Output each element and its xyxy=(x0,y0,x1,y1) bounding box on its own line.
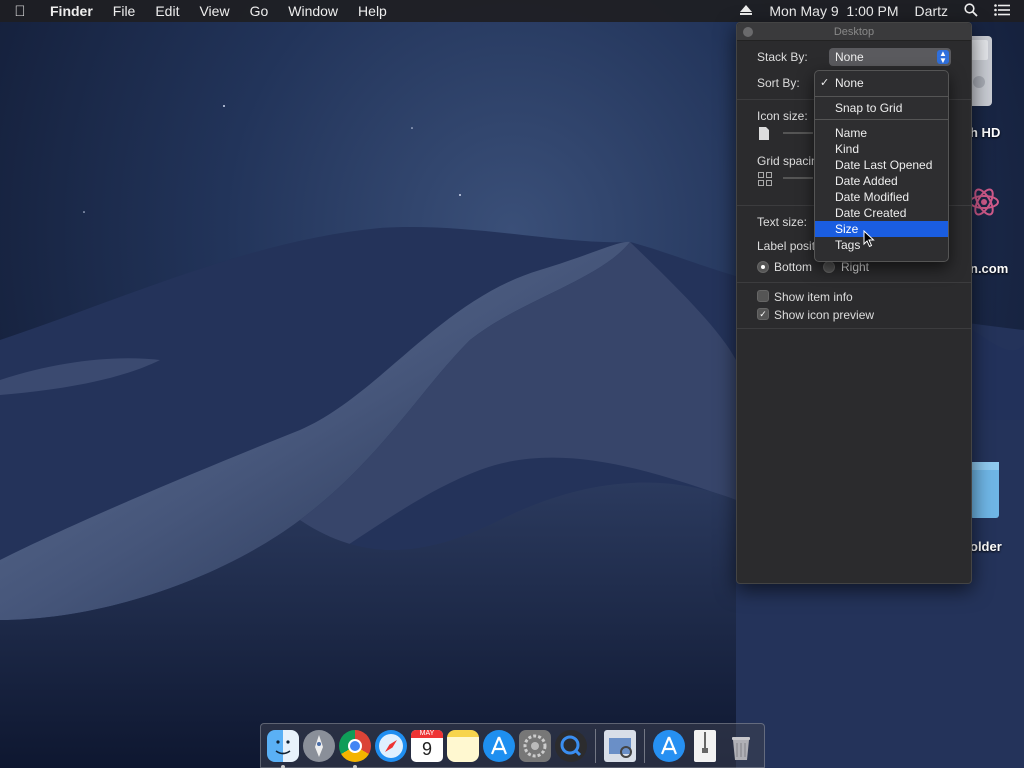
calendar-month: MAY xyxy=(411,729,443,738)
bottom-radio-label[interactable]: Bottom xyxy=(774,260,812,274)
menu-item-snap-to-grid[interactable]: Snap to Grid xyxy=(815,100,948,116)
menu-separator xyxy=(815,119,948,120)
apple-menu-icon[interactable]:  xyxy=(0,3,40,20)
stack-by-value: None xyxy=(835,50,864,64)
app-label: n.com xyxy=(970,261,1009,276)
finder-icon[interactable] xyxy=(267,729,299,768)
menu-item-date-added[interactable]: Date Added xyxy=(815,173,948,189)
sort-by-menu: ✓ None Snap to Grid Name Kind Date Last … xyxy=(814,70,949,262)
right-radio[interactable] xyxy=(823,261,835,273)
show-item-info-checkbox[interactable] xyxy=(757,290,769,302)
menu-file[interactable]: File xyxy=(103,3,146,19)
menubar-user[interactable]: Dartz xyxy=(907,3,956,19)
checkmark-icon: ✓ xyxy=(820,77,830,89)
menu-separator xyxy=(815,96,948,97)
show-item-info-label[interactable]: Show item info xyxy=(774,290,853,304)
menu-window[interactable]: Window xyxy=(278,3,348,19)
folder-label: older xyxy=(970,539,1002,554)
safari-icon[interactable] xyxy=(375,729,407,762)
menu-item-date-modified[interactable]: Date Modified xyxy=(815,189,948,205)
icon-size-slider[interactable] xyxy=(783,132,813,134)
launchpad-icon[interactable] xyxy=(303,729,335,762)
menu-edit[interactable]: Edit xyxy=(145,3,189,19)
grid-small-icon xyxy=(758,172,772,189)
menu-help[interactable]: Help xyxy=(348,3,397,19)
spotlight-search-icon[interactable] xyxy=(956,2,986,20)
chrome-icon[interactable] xyxy=(339,729,371,768)
menu-item-kind[interactable]: Kind xyxy=(815,141,948,157)
menu-item-none[interactable]: ✓ None xyxy=(815,75,948,91)
folder-icon[interactable] xyxy=(970,460,1000,520)
notes-icon[interactable] xyxy=(447,729,479,762)
stack-by-label: Stack By: xyxy=(757,50,808,64)
system-preferences-icon[interactable] xyxy=(519,729,551,762)
calendar-icon[interactable]: MAY 9 xyxy=(411,729,443,762)
stack-by-popup[interactable]: None ▲ ▼ xyxy=(829,48,951,66)
app-store-icon[interactable] xyxy=(483,729,515,762)
grid-spacing-slider[interactable] xyxy=(783,177,813,179)
running-indicator xyxy=(353,764,357,768)
text-size-label: Text size: xyxy=(757,215,808,229)
divider xyxy=(737,282,971,283)
menu-view[interactable]: View xyxy=(189,3,239,19)
quicktime-icon[interactable] xyxy=(555,729,587,762)
right-radio-label[interactable]: Right xyxy=(841,260,869,274)
menu-go[interactable]: Go xyxy=(240,3,279,19)
label-position-label: Label positi xyxy=(757,239,818,253)
icon-size-label: Icon size: xyxy=(757,109,808,123)
panel-titlebar: Desktop xyxy=(737,23,971,41)
show-icon-preview-checkbox[interactable]: ✓ xyxy=(757,308,769,320)
archive-file-icon[interactable] xyxy=(694,729,716,762)
notification-center-icon[interactable] xyxy=(986,3,1024,19)
dock-separator xyxy=(595,728,596,763)
bottom-radio[interactable] xyxy=(757,261,769,273)
menu-app-name[interactable]: Finder xyxy=(40,3,103,19)
show-icon-preview-label[interactable]: Show icon preview xyxy=(774,308,874,322)
popup-arrows-icon: ▲ ▼ xyxy=(937,50,949,65)
trash-icon[interactable] xyxy=(725,730,757,762)
menu-item-size[interactable]: Size xyxy=(815,221,948,237)
close-button[interactable] xyxy=(743,27,753,37)
panel-title: Desktop xyxy=(833,26,875,38)
menu-item-name[interactable]: Name xyxy=(815,125,948,141)
sort-by-label: Sort By: xyxy=(757,76,800,90)
hard-drive-label: h HD xyxy=(970,125,1001,140)
dock-separator xyxy=(644,728,645,763)
running-indicator xyxy=(281,764,285,768)
dock: MAY 9 xyxy=(260,723,765,768)
divider xyxy=(737,328,971,329)
mouse-pointer-icon xyxy=(863,229,875,251)
menu-item-date-created[interactable]: Date Created xyxy=(815,205,948,221)
small-file-icon xyxy=(759,127,769,143)
calendar-day: 9 xyxy=(421,738,432,759)
app-store-download-icon[interactable] xyxy=(653,729,685,762)
menu-item-tags[interactable]: Tags xyxy=(815,237,948,253)
preview-icon[interactable] xyxy=(604,729,636,762)
menu-item-date-last-opened[interactable]: Date Last Opened xyxy=(815,157,948,173)
grid-spacing-label: Grid spacin xyxy=(757,154,818,168)
eject-icon[interactable] xyxy=(731,3,761,19)
menubar-clock[interactable]: Mon May 9 1:00 PM xyxy=(761,3,906,19)
menu-bar:  Finder File Edit View Go Window Help M… xyxy=(0,0,1024,22)
